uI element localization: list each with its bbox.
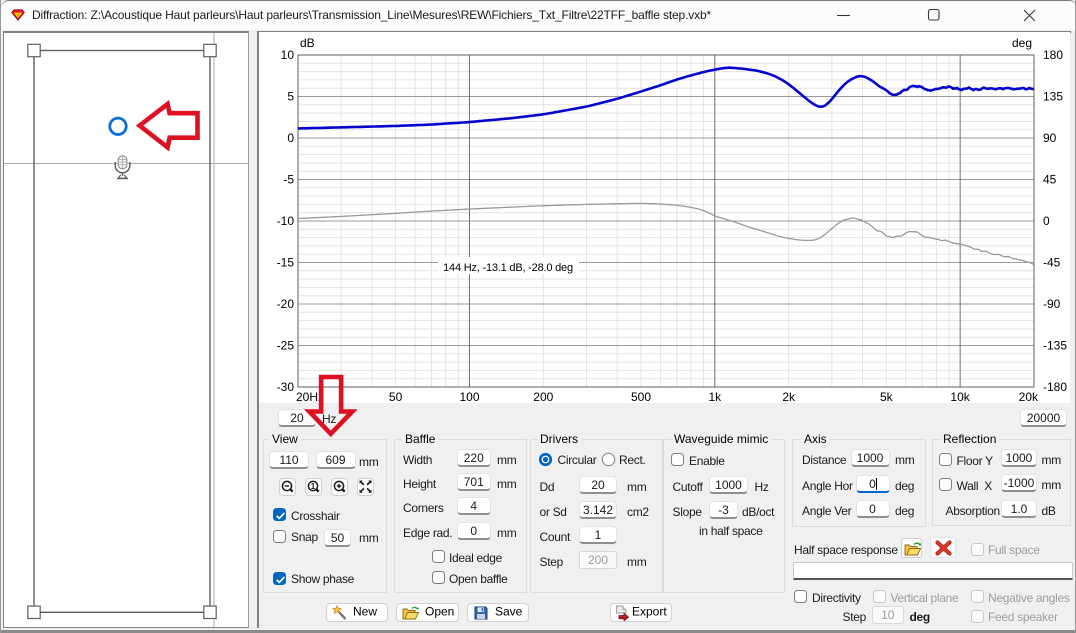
svg-text:200: 200: [533, 390, 553, 404]
svg-text:-25: -25: [277, 339, 295, 353]
svg-text:0: 0: [287, 131, 294, 145]
svg-text:-45: -45: [1043, 256, 1061, 270]
svg-text:-10: -10: [277, 214, 295, 228]
svg-text:deg: deg: [1012, 36, 1032, 50]
svg-text:-20: -20: [277, 297, 295, 311]
svg-text:10: 10: [281, 48, 295, 62]
svg-text:-30: -30: [277, 380, 295, 394]
svg-text:-5: -5: [283, 173, 294, 187]
svg-text:1k: 1k: [708, 390, 722, 404]
svg-text:20k: 20k: [1019, 390, 1039, 404]
svg-text:2k: 2k: [782, 390, 796, 404]
svg-text:-135: -135: [1043, 339, 1067, 353]
svg-text:-15: -15: [277, 256, 295, 270]
svg-text:10k: 10k: [950, 390, 970, 404]
svg-text:1: 1: [310, 482, 315, 491]
svg-text:5: 5: [287, 90, 294, 104]
svg-text:100: 100: [459, 390, 479, 404]
svg-text:-180: -180: [1043, 380, 1067, 394]
svg-text:dB: dB: [300, 36, 315, 50]
svg-text:135: 135: [1043, 90, 1063, 104]
svg-text:50: 50: [389, 390, 403, 404]
svg-text:500: 500: [631, 390, 651, 404]
svg-text:45: 45: [1043, 173, 1057, 187]
svg-text:90: 90: [1043, 131, 1057, 145]
svg-text:0: 0: [1043, 214, 1050, 228]
svg-text:5k: 5k: [880, 390, 894, 404]
svg-text:-90: -90: [1043, 297, 1061, 311]
svg-text:180: 180: [1043, 48, 1063, 62]
svg-text:144 Hz, -13.1 dB, -28.0 deg: 144 Hz, -13.1 dB, -28.0 deg: [443, 262, 573, 274]
